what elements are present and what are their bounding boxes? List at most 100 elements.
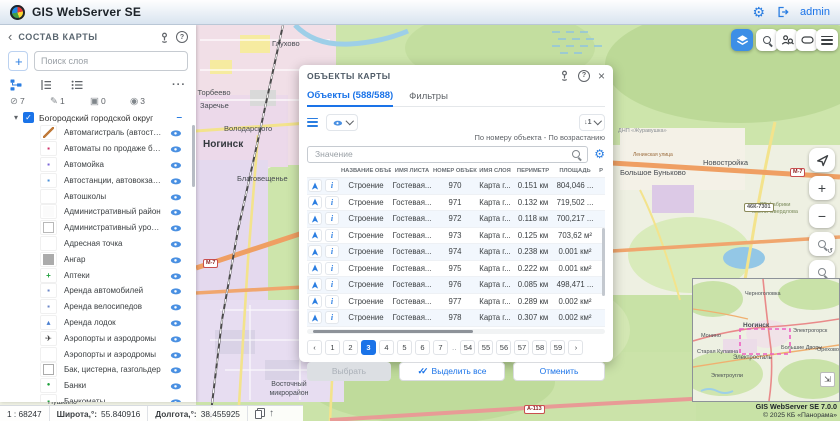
col-next[interactable]: Р xyxy=(597,168,605,174)
root-layer-checkbox[interactable]: ✓ xyxy=(23,112,34,123)
table-row[interactable]: i СтроениеГостевая...976Карта г...0.085 … xyxy=(307,277,605,294)
col-object-name[interactable]: НАЗВАНИЕ ОБЪЕКТА xyxy=(341,168,391,174)
page-button[interactable]: 2 xyxy=(343,340,358,355)
more-options-icon[interactable]: ··· xyxy=(172,79,186,91)
locate-object-button[interactable] xyxy=(308,212,322,225)
visibility-eye-icon[interactable] xyxy=(170,380,181,391)
pin-dialog-icon[interactable] xyxy=(559,70,570,81)
layer-item[interactable]: Ангар xyxy=(40,251,196,267)
tab-filters[interactable]: Фильтры xyxy=(409,91,448,106)
page-button[interactable]: 1 xyxy=(325,340,340,355)
grouped-list-view-icon[interactable] xyxy=(40,79,53,91)
value-search-input[interactable] xyxy=(313,148,567,160)
layer-item[interactable]: ●Банки xyxy=(40,378,196,394)
layer-item[interactable]: Аэропорты и аэродромы xyxy=(40,346,196,362)
next-page-button[interactable]: › xyxy=(568,340,583,355)
object-info-button[interactable]: i xyxy=(325,245,339,258)
layer-item[interactable]: ▪Аренда велосипедов xyxy=(40,299,196,315)
page-button[interactable]: 58 xyxy=(532,340,547,355)
visibility-eye-icon[interactable] xyxy=(170,317,181,328)
visibility-eye-icon[interactable] xyxy=(170,396,181,402)
dialog-help-icon[interactable]: ? xyxy=(578,70,590,82)
object-info-button[interactable]: i xyxy=(325,179,339,192)
table-row[interactable]: i СтроениеГостевая...971Карта г...0.132 … xyxy=(307,195,605,212)
visibility-eye-icon[interactable] xyxy=(170,333,181,344)
table-vertical-scrollbar[interactable] xyxy=(602,228,605,296)
col-layer-name[interactable]: ИМЯ СЛОЯ xyxy=(477,168,513,174)
page-button[interactable]: 57 xyxy=(514,340,529,355)
main-menu-button[interactable] xyxy=(816,29,838,51)
select-button[interactable]: Выбрать xyxy=(307,362,391,381)
root-layer-row[interactable]: ▾ ✓ Богородский городской округ – xyxy=(0,110,196,125)
visibility-eye-icon[interactable] xyxy=(170,206,181,217)
col-perimeter[interactable]: ПЕРИМЕТР xyxy=(513,168,553,174)
list-mode-icon[interactable] xyxy=(307,118,318,127)
prev-page-button[interactable]: ‹ xyxy=(307,340,322,355)
page-button[interactable]: 7 xyxy=(433,340,448,355)
layer-item[interactable]: ▪Автоматы по продаже билетов, н... xyxy=(40,141,196,157)
locate-object-button[interactable] xyxy=(308,278,322,291)
help-icon[interactable]: ? xyxy=(176,31,188,43)
locate-object-button[interactable] xyxy=(308,179,322,192)
table-row[interactable]: i СтроениеГостевая...977Карта г...0.289 … xyxy=(307,294,605,311)
visibility-eye-icon[interactable] xyxy=(170,364,181,375)
geolocation-button[interactable] xyxy=(809,148,835,172)
visibility-eye-icon[interactable] xyxy=(170,159,181,170)
page-button[interactable]: 56 xyxy=(496,340,511,355)
visibility-eye-icon[interactable] xyxy=(170,175,181,186)
collapse-panel-icon[interactable]: ‹ xyxy=(8,32,12,42)
copy-coordinates-icon[interactable] xyxy=(255,408,265,419)
col-sheet-name[interactable]: ИМЯ ЛИСТА xyxy=(391,168,433,174)
layer-search-input[interactable] xyxy=(34,51,188,71)
layer-item[interactable]: ▪Автомойка xyxy=(40,157,196,173)
tree-view-icon[interactable] xyxy=(10,79,22,91)
table-row[interactable]: i СтроениеГостевая...974Карта г...0.238 … xyxy=(307,244,605,261)
page-button[interactable]: 5 xyxy=(397,340,412,355)
visibility-eye-icon[interactable] xyxy=(170,349,181,360)
table-row[interactable]: i СтроениеГостевая...978Карта г...0.307 … xyxy=(307,310,605,327)
add-layer-button[interactable]: + xyxy=(8,51,28,71)
sidebar-scrollbar[interactable] xyxy=(192,125,195,187)
visibility-eye-icon[interactable] xyxy=(170,270,181,281)
object-info-button[interactable]: i xyxy=(325,196,339,209)
opacity-slider-icon[interactable]: – xyxy=(176,112,182,123)
visibility-eye-icon[interactable] xyxy=(170,222,181,233)
visibility-eye-icon[interactable] xyxy=(170,143,181,154)
object-info-button[interactable]: i xyxy=(325,278,339,291)
page-button-active[interactable]: 3 xyxy=(361,340,376,355)
page-button[interactable]: 59 xyxy=(550,340,565,355)
layer-item[interactable]: ▪Автостанции, автовокзалы xyxy=(40,172,196,188)
search-tool-button[interactable] xyxy=(756,29,778,51)
table-row[interactable]: i СтроениеГостевая...970Карта г...0.151 … xyxy=(307,178,605,195)
page-button[interactable]: 4 xyxy=(379,340,394,355)
layer-item[interactable]: Адресная точка xyxy=(40,236,196,252)
layers-tool-button[interactable] xyxy=(731,29,753,51)
sort-dropdown[interactable]: ↓1 xyxy=(579,114,605,131)
flat-list-view-icon[interactable] xyxy=(71,79,84,91)
visibility-eye-icon[interactable] xyxy=(170,191,181,202)
layer-item[interactable]: ✈Аэропорты и аэродромы xyxy=(40,330,196,346)
layer-item[interactable]: Административный район xyxy=(40,204,196,220)
settings-gear-icon[interactable]: ⚙ xyxy=(752,5,765,19)
map-scale[interactable]: 1 : 68247 xyxy=(0,406,50,421)
cancel-button[interactable]: Отменить xyxy=(513,362,605,381)
visibility-eye-icon[interactable] xyxy=(170,285,181,296)
table-row[interactable]: i СтроениеГостевая...972Карта г...0.118 … xyxy=(307,211,605,228)
search-settings-gear-icon[interactable]: ⚙ xyxy=(594,147,605,161)
locate-object-button[interactable] xyxy=(308,311,322,324)
visibility-eye-icon[interactable] xyxy=(170,254,181,265)
page-button[interactable]: 6 xyxy=(415,340,430,355)
pin-panel-icon[interactable] xyxy=(159,32,170,43)
measure-tool-button[interactable] xyxy=(796,29,818,51)
layer-item[interactable]: Автомагистраль (автострада) xyxy=(40,125,196,141)
locate-object-button[interactable] xyxy=(308,196,322,209)
locate-object-button[interactable] xyxy=(308,295,322,308)
address-search-tool-button[interactable] xyxy=(776,29,798,51)
tree-collapse-icon[interactable]: ▾ xyxy=(14,113,18,122)
page-button[interactable]: 54 xyxy=(460,340,475,355)
locate-object-button[interactable] xyxy=(308,262,322,275)
logout-icon[interactable] xyxy=(776,6,789,18)
layer-item[interactable]: Автошколы xyxy=(40,188,196,204)
tab-objects[interactable]: Объекты (588/588) xyxy=(307,90,393,107)
locate-object-button[interactable] xyxy=(308,229,322,242)
